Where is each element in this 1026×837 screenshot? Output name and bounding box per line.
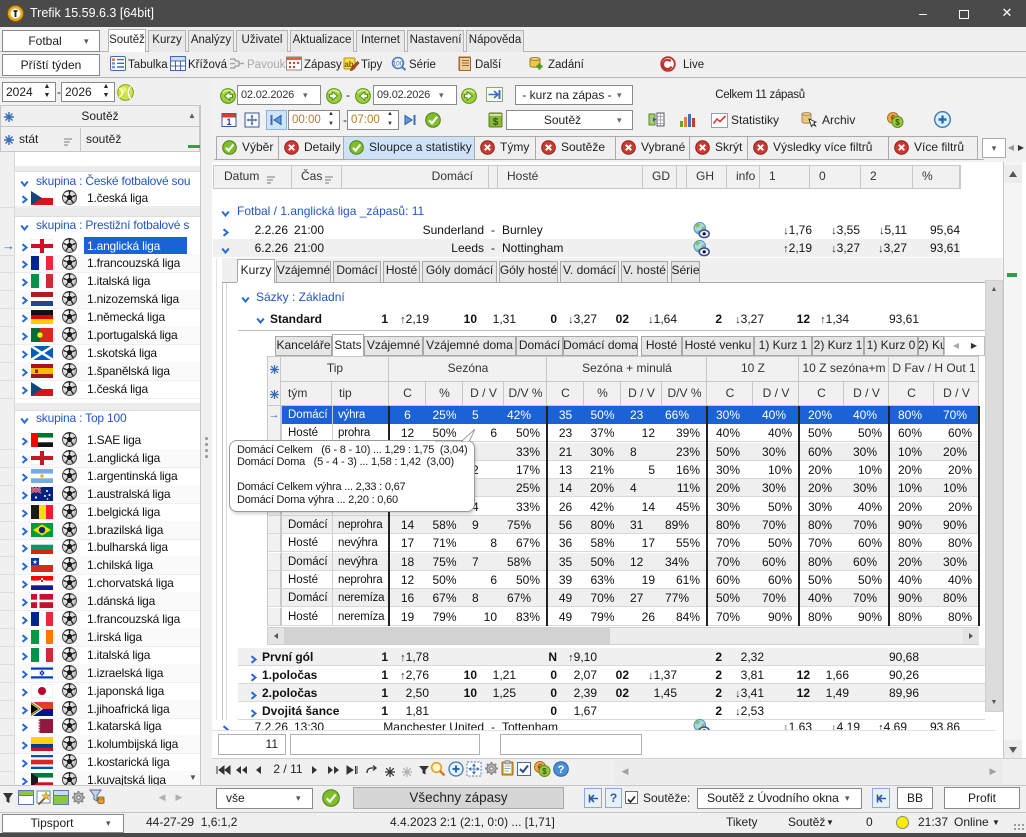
svg-text:$: $ [542,767,547,776]
svg-text:1: 1 [226,117,231,127]
svg-text:100: 100 [393,61,404,68]
svg-text:?: ? [558,764,565,776]
svg-text:$: $ [895,118,900,127]
svg-text:$: $ [493,117,499,128]
